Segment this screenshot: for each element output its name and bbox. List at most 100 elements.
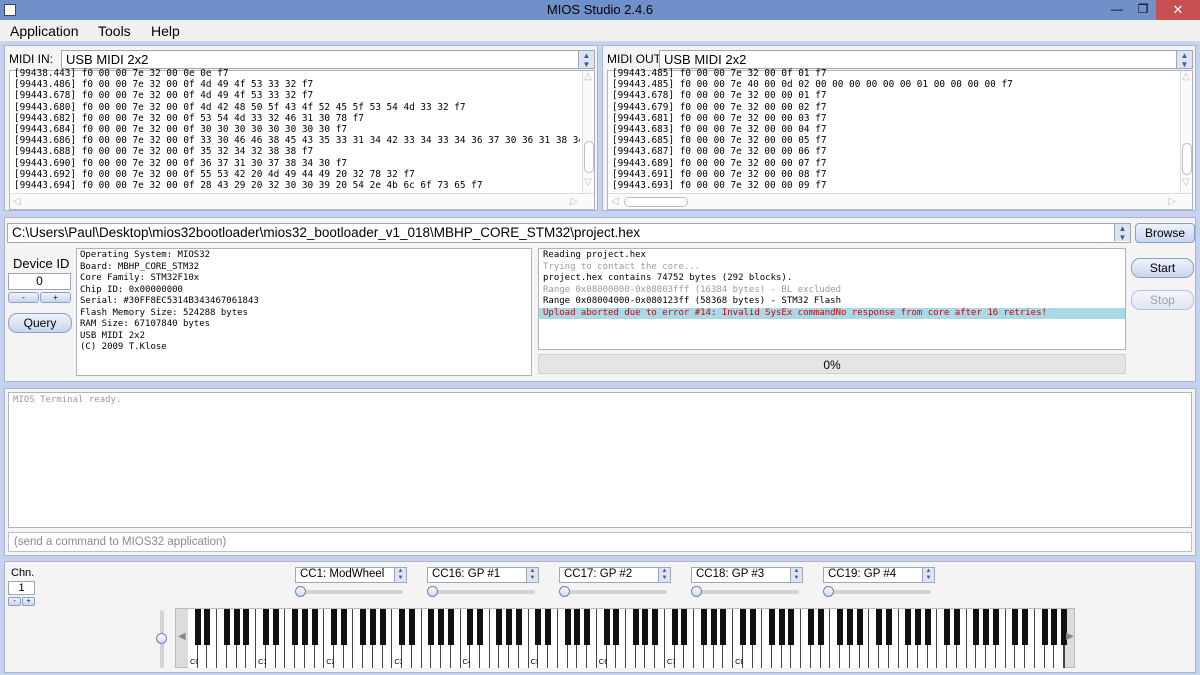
piano-black-key[interactable] — [1022, 609, 1029, 645]
piano-black-key[interactable] — [915, 609, 921, 645]
piano-black-key[interactable] — [496, 609, 503, 645]
scroll-left-icon[interactable]: ◁ — [13, 196, 21, 207]
cc-slider-0[interactable] — [295, 586, 403, 598]
channel-increment-button[interactable]: + — [22, 597, 35, 606]
piano-black-key[interactable] — [846, 609, 853, 645]
piano-black-key[interactable] — [720, 609, 727, 645]
piano-black-key[interactable] — [613, 609, 620, 645]
piano-black-key[interactable] — [272, 609, 279, 645]
piano-black-key[interactable] — [360, 609, 367, 645]
piano-black-key[interactable] — [749, 609, 756, 645]
piano-black-key[interactable] — [545, 609, 552, 645]
piano-black-key[interactable] — [467, 609, 474, 645]
terminal-output[interactable]: MIOS Terminal ready. — [8, 392, 1192, 528]
midi-in-vscrollbar[interactable]: △ ▽ — [582, 71, 594, 193]
piano-black-key[interactable] — [700, 609, 707, 645]
midi-out-hscrollbar[interactable]: ◁ ▷ — [608, 193, 1192, 209]
device-id-increment-button[interactable]: + — [40, 292, 71, 303]
menu-tools[interactable]: Tools — [98, 23, 131, 39]
piano-black-key[interactable] — [506, 609, 513, 645]
piano-black-key[interactable] — [223, 609, 230, 645]
minimize-button[interactable]: — — [1104, 0, 1130, 20]
cc-select-3[interactable]: CC18: GP #3 ▲ ▼ — [691, 567, 803, 583]
piano-black-key[interactable] — [243, 609, 250, 645]
piano-black-key[interactable] — [1012, 609, 1019, 645]
keyboard-scroll-left-icon[interactable]: ◀ — [178, 631, 186, 642]
cc-slider-2[interactable] — [559, 586, 667, 598]
piano-black-key[interactable] — [992, 609, 999, 645]
piano-black-key[interactable] — [311, 609, 318, 645]
piano-black-key[interactable] — [924, 609, 931, 645]
cc-slider-knob[interactable] — [295, 586, 306, 597]
start-button[interactable]: Start — [1131, 258, 1194, 278]
piano-black-key[interactable] — [710, 609, 717, 645]
piano-black-key[interactable] — [204, 609, 211, 645]
cc-slider-4[interactable] — [823, 586, 931, 598]
piano-black-key[interactable] — [671, 609, 678, 645]
scroll-down-icon[interactable]: ▽ — [584, 177, 592, 188]
piano-black-key[interactable] — [944, 609, 951, 645]
piano-black-key[interactable] — [953, 609, 960, 645]
piano-black-key[interactable] — [885, 609, 892, 645]
piano-black-key[interactable] — [1051, 609, 1058, 645]
scroll-up-icon[interactable]: △ — [584, 71, 592, 82]
cc-slider-knob[interactable] — [691, 586, 702, 597]
piano-black-key[interactable] — [408, 609, 415, 645]
piano-black-key[interactable] — [292, 609, 299, 645]
midi-in-log[interactable]: [99438.443] f0 00 00 7e 32 00 0e 0e f7 [9… — [9, 68, 595, 210]
midi-in-device-select[interactable]: USB MIDI 2x2 ▲ ▼ — [61, 50, 595, 69]
piano-black-key[interactable] — [262, 609, 269, 645]
midi-out-log[interactable]: [99443.485] f0 00 00 7e 32 00 0f 01 f7 [9… — [607, 68, 1193, 210]
midi-out-vscrollbar[interactable]: △ ▽ — [1180, 71, 1192, 193]
cc-slider-knob[interactable] — [427, 586, 438, 597]
cc-select-1[interactable]: CC16: GP #1 ▲ ▼ — [427, 567, 539, 583]
channel-decrement-button[interactable]: - — [8, 597, 21, 606]
piano-black-key[interactable] — [905, 609, 912, 645]
piano-black-key[interactable] — [233, 609, 240, 645]
piano-black-key[interactable] — [778, 609, 785, 645]
piano-black-key[interactable] — [652, 609, 659, 645]
piano-black-key[interactable] — [477, 609, 483, 645]
scroll-left-icon[interactable]: ◁ — [611, 196, 619, 207]
close-button[interactable]: ✕ — [1156, 0, 1200, 20]
cc-slider-1[interactable] — [427, 586, 535, 598]
piano-black-key[interactable] — [331, 609, 337, 645]
piano-black-key[interactable] — [447, 609, 454, 645]
menu-help[interactable]: Help — [151, 23, 180, 39]
piano-black-key[interactable] — [876, 609, 883, 645]
pitch-wheel-knob[interactable] — [156, 633, 167, 644]
cc-select-0[interactable]: CC1: ModWheel ▲ ▼ — [295, 567, 407, 583]
menu-application[interactable]: Application — [10, 23, 79, 39]
piano-black-key[interactable] — [817, 609, 824, 645]
piano-black-key[interactable] — [1041, 609, 1048, 645]
maximize-button[interactable]: ❐ — [1130, 0, 1156, 20]
piano-black-key[interactable] — [438, 609, 445, 645]
piano-black-key[interactable] — [973, 609, 980, 645]
piano-black-key[interactable] — [301, 609, 308, 645]
piano-black-key[interactable] — [564, 609, 571, 645]
query-button[interactable]: Query — [8, 313, 72, 333]
piano-black-key[interactable] — [399, 609, 406, 645]
piano-black-key[interactable] — [681, 609, 688, 645]
piano-black-key[interactable] — [603, 609, 610, 645]
piano-black-key[interactable] — [739, 609, 746, 645]
piano-black-key[interactable] — [428, 609, 435, 645]
hscroll-thumb[interactable] — [624, 197, 688, 207]
channel-field[interactable]: 1 — [8, 581, 35, 595]
scroll-thumb[interactable] — [1182, 143, 1192, 175]
piano-black-key[interactable] — [856, 609, 863, 645]
piano-black-key[interactable] — [369, 609, 376, 645]
terminal-command-input[interactable]: (send a command to MIOS32 application) — [8, 532, 1192, 552]
scroll-up-icon[interactable]: △ — [1182, 71, 1190, 82]
cc-select-4[interactable]: CC19: GP #4 ▲ ▼ — [823, 567, 935, 583]
scroll-thumb[interactable] — [584, 141, 594, 173]
scroll-down-icon[interactable]: ▽ — [1182, 177, 1190, 188]
browse-button[interactable]: Browse — [1135, 223, 1195, 243]
cc-slider-knob[interactable] — [559, 586, 570, 597]
piano-black-key[interactable] — [584, 609, 591, 645]
piano-black-key[interactable] — [340, 609, 347, 645]
piano-black-key[interactable] — [632, 609, 639, 645]
cc-select-2[interactable]: CC17: GP #2 ▲ ▼ — [559, 567, 671, 583]
piano-black-key[interactable] — [515, 609, 522, 645]
device-id-field[interactable]: 0 — [8, 273, 71, 290]
